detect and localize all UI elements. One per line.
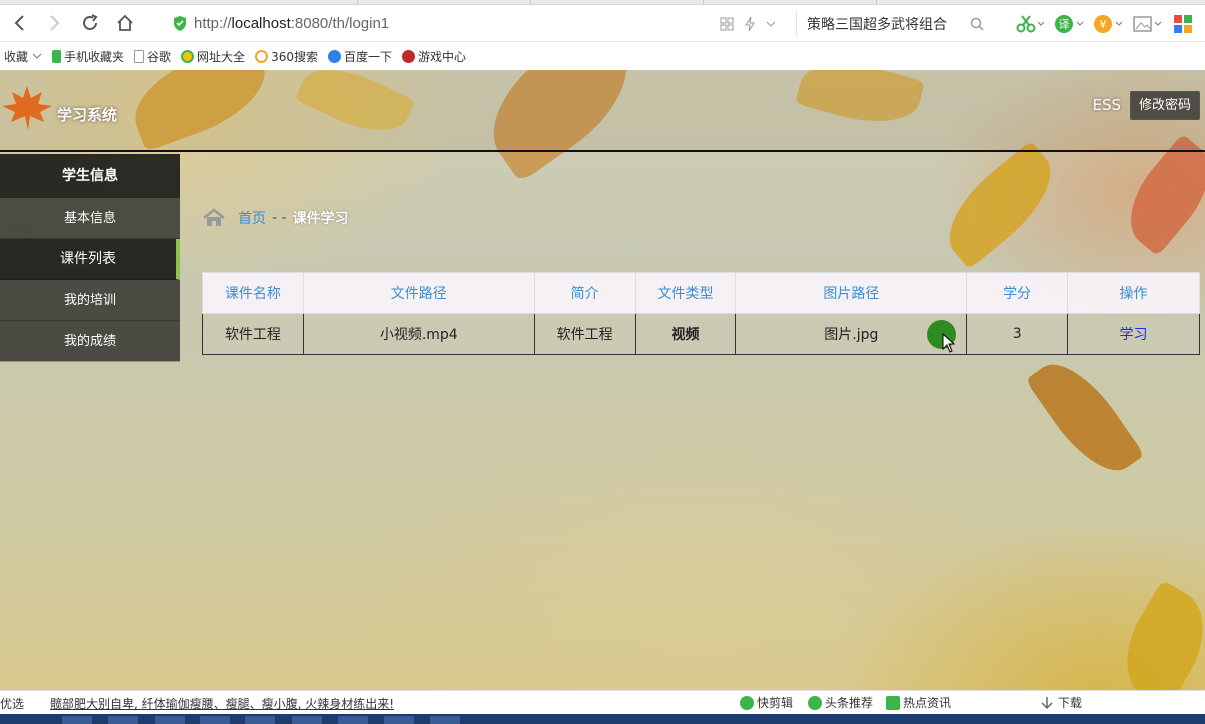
back-icon[interactable]: [8, 11, 32, 35]
browser-statusbar: 优选 髋部肥大别自卑, 纤体瑜伽瘦腰、瘦腿、瘦小腹, 火辣身材练出来! 快剪辑 …: [0, 690, 1205, 714]
quick-edit-button[interactable]: 快剪辑: [740, 694, 793, 711]
leaf-decoration: [930, 140, 1070, 270]
refresh-icon[interactable]: [78, 11, 102, 35]
col-header-action: 操作: [1067, 272, 1200, 314]
status-label: 优选: [0, 697, 25, 711]
home-icon[interactable]: [113, 11, 137, 35]
news-ticker-link[interactable]: 髋部肥大别自卑, 纤体瑜伽瘦腰、瘦腿、瘦小腹, 火辣身材练出来!: [50, 695, 394, 712]
leaf-decoration: [1107, 579, 1205, 690]
chevron-down-icon[interactable]: [766, 20, 776, 28]
bookmark-baidu[interactable]: 百度一下: [327, 48, 392, 65]
360-icon: [255, 49, 269, 63]
game-icon: [401, 49, 415, 63]
search-text: 策略三国超多武将组合: [807, 16, 947, 33]
page-content: 学习系统 ESS 修改密码 学生信息 基本信息 课件列表 我的培训 我的成绩 首…: [0, 70, 1205, 690]
change-password-button[interactable]: 修改密码: [1129, 91, 1200, 120]
cell-action: 学习: [1067, 313, 1200, 355]
cell-intro: 软件工程: [533, 313, 636, 355]
study-link[interactable]: 学习: [1120, 327, 1148, 343]
svg-text:¥: ¥: [1100, 18, 1107, 31]
address-bar[interactable]: http://localhost:8080/th/login1: [168, 10, 788, 37]
sidebar-item-courseware-list[interactable]: 课件列表: [0, 239, 180, 280]
search-icon[interactable]: [970, 17, 984, 31]
os-taskbar: [0, 714, 1205, 724]
username: ESS: [1092, 96, 1121, 114]
hot-news-button[interactable]: 热点资讯: [886, 694, 951, 711]
lightning-icon[interactable]: [744, 16, 756, 32]
cell-credits: 3: [966, 313, 1069, 355]
cell-name: 软件工程: [202, 313, 304, 355]
home-icon: [203, 208, 225, 226]
translate-icon[interactable]: 译: [1055, 14, 1085, 34]
phone-icon: [52, 49, 62, 63]
col-header-file-path: 文件路径: [302, 272, 535, 314]
col-header-intro: 简介: [533, 272, 636, 314]
browser-toolbar: http://localhost:8080/th/login1 策略三国超多武将…: [0, 5, 1205, 42]
forward-icon[interactable]: [42, 11, 66, 35]
breadcrumb-separator: - -: [272, 210, 287, 226]
courseware-table: 课件名称 文件路径 简介 文件类型 图片路径 学分 操作 软件工程 小视频.mp…: [202, 272, 1200, 355]
sidebar-title[interactable]: 学生信息: [0, 154, 180, 198]
breadcrumb-home-link[interactable]: 首页: [238, 208, 266, 228]
image-icon[interactable]: [1133, 14, 1163, 34]
bookmark-favorites[interactable]: 收藏: [4, 48, 42, 65]
coin-icon[interactable]: ¥: [1094, 14, 1124, 34]
col-header-credits: 学分: [966, 272, 1069, 314]
page-icon: [134, 49, 145, 63]
table-header-row: 课件名称 文件路径 简介 文件类型 图片路径 学分 操作: [202, 272, 1200, 314]
bookmarks-bar: 收藏 手机收藏夹 谷歌 网址大全 360搜索 百度一下 游戏中心: [0, 42, 1205, 70]
col-header-name: 课件名称: [202, 272, 304, 314]
leaf-decoration: [1025, 348, 1145, 487]
bookmark-google[interactable]: 谷歌: [134, 48, 171, 65]
download-icon: [1041, 696, 1053, 709]
news-icon: [886, 695, 900, 710]
breadcrumb-current: 课件学习: [292, 211, 349, 227]
sidebar-item-my-training[interactable]: 我的培训: [0, 280, 180, 321]
leaf-decoration: [1111, 133, 1205, 257]
globe-icon: [181, 49, 195, 63]
url-text: http://localhost:8080/th/login1: [194, 15, 390, 32]
breadcrumb: 首页 - - 课件学习: [203, 208, 349, 228]
mouse-pointer-icon: [942, 333, 956, 353]
play-icon: [808, 695, 822, 710]
security-shield-icon: [174, 16, 186, 31]
app-header: 学习系统 ESS 修改密码: [0, 70, 1205, 152]
search-box[interactable]: 策略三国超多武将组合: [796, 10, 992, 37]
maple-leaf-logo: [2, 86, 52, 130]
bookmark-sites[interactable]: 网址大全: [181, 48, 245, 65]
download-button[interactable]: 下载: [1040, 694, 1082, 711]
sidebar: 学生信息 基本信息 课件列表 我的培训 我的成绩: [0, 154, 180, 362]
table-row: 软件工程 小视频.mp4 软件工程 视频 图片.jpg 3 学习: [202, 313, 1200, 355]
headline-button[interactable]: 头条推荐: [808, 694, 873, 711]
play-icon: [740, 695, 754, 710]
grid-icon[interactable]: [720, 17, 734, 31]
cell-file-type: 视频: [634, 313, 737, 355]
app-title: 学习系统: [57, 106, 118, 124]
apps-icon[interactable]: [1174, 14, 1192, 34]
bookmark-games[interactable]: 游戏中心: [401, 48, 466, 65]
col-header-file-type: 文件类型: [634, 272, 737, 314]
bookmark-mobile[interactable]: 手机收藏夹: [52, 48, 124, 65]
paw-icon: [327, 49, 341, 63]
sidebar-item-basic-info[interactable]: 基本信息: [0, 198, 180, 239]
cell-file-path: 小视频.mp4: [302, 313, 535, 355]
scissors-icon[interactable]: [1016, 14, 1044, 34]
col-header-image-path: 图片路径: [735, 272, 968, 314]
sidebar-item-my-grades[interactable]: 我的成绩: [0, 321, 180, 362]
bookmark-360[interactable]: 360搜索: [255, 48, 318, 65]
svg-text:译: 译: [1059, 18, 1070, 31]
